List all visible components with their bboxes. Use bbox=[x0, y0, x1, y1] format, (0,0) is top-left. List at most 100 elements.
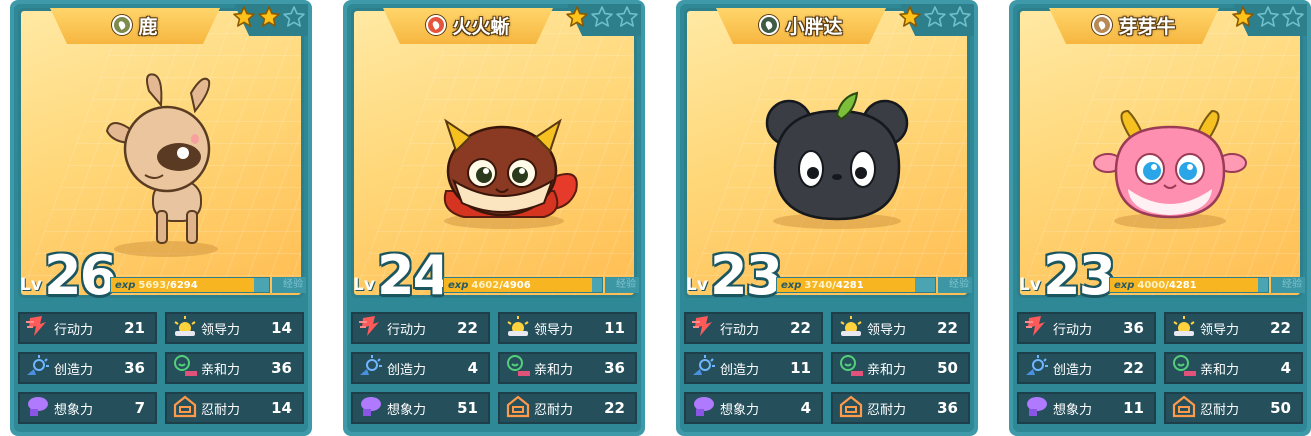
exp-progress-bar: exp 5693/6294 bbox=[110, 277, 270, 293]
stat-label: 亲和力 bbox=[201, 362, 241, 378]
stat-action: 行动力 22 bbox=[351, 312, 490, 344]
stat-label: 领导力 bbox=[534, 322, 574, 338]
stat-label: 亲和力 bbox=[534, 362, 574, 378]
stats-grid: 行动力 22 领导力 22 创造力 11 亲和力 50 想象力 4 忍耐力 36 bbox=[684, 312, 970, 424]
stat-label: 行动力 bbox=[54, 322, 94, 338]
stat-imagination: 想象力 11 bbox=[1017, 392, 1156, 424]
star-rating bbox=[1227, 6, 1305, 32]
star-filled-icon bbox=[898, 5, 922, 33]
stat-endurance: 忍耐力 14 bbox=[165, 392, 304, 424]
exp-label: exp bbox=[448, 280, 469, 291]
star-empty-icon bbox=[1281, 5, 1305, 33]
pet-name-text: 小胖达 bbox=[785, 15, 843, 38]
level-number: 23 bbox=[710, 244, 783, 307]
stat-label: 行动力 bbox=[387, 322, 427, 338]
stat-value: 22 bbox=[1123, 359, 1144, 377]
exp-label: exp bbox=[115, 280, 136, 291]
pet-card[interactable]: 火火蜥 Lv 24 exp 4602/4906 经验 行动力 22 领导力 11… bbox=[343, 0, 645, 436]
stats-grid: 行动力 21 领导力 14 创造力 36 亲和力 36 想象力 7 忍耐力 14 bbox=[18, 312, 304, 424]
stat-value: 22 bbox=[790, 319, 811, 337]
stat-leadership: 领导力 14 bbox=[165, 312, 304, 344]
star-rating bbox=[561, 6, 639, 32]
star-filled-icon bbox=[257, 5, 281, 33]
stats-grid: 行动力 22 领导力 11 创造力 4 亲和力 36 想象力 51 忍耐力 22 bbox=[351, 312, 637, 424]
stat-affinity: 亲和力 36 bbox=[498, 352, 637, 384]
affinity-icon bbox=[171, 353, 199, 383]
level-label: Lv bbox=[1019, 275, 1041, 295]
grass-element-icon bbox=[112, 15, 133, 35]
stat-label: 想象力 bbox=[387, 402, 427, 418]
exp-total: /4281 bbox=[1165, 280, 1197, 291]
stat-label: 领导力 bbox=[1200, 322, 1240, 338]
level-number: 26 bbox=[44, 244, 117, 307]
stat-value: 50 bbox=[1270, 399, 1291, 417]
pet-name-text: 火火蜥 bbox=[452, 15, 510, 38]
level-label: Lv bbox=[686, 275, 708, 295]
action-icon bbox=[1023, 313, 1051, 343]
exp-current: 5693 bbox=[138, 280, 167, 291]
stat-label: 忍耐力 bbox=[534, 402, 574, 418]
stat-value: 36 bbox=[937, 399, 958, 417]
stat-action: 行动力 36 bbox=[1017, 312, 1156, 344]
exp-progress-bar: exp 3740/4281 bbox=[776, 277, 936, 293]
level-label: Lv bbox=[20, 275, 42, 295]
endurance-icon bbox=[171, 393, 199, 423]
stat-value: 11 bbox=[604, 319, 625, 337]
stat-value: 4 bbox=[467, 359, 478, 377]
pet-card[interactable]: 芽芽牛 Lv 23 exp 4000/4281 经验 行动力 36 领导力 22… bbox=[1009, 0, 1311, 436]
star-rating bbox=[228, 6, 306, 32]
stat-creativity: 创造力 11 bbox=[684, 352, 823, 384]
endurance-icon bbox=[1170, 393, 1198, 423]
stat-value: 11 bbox=[1123, 399, 1144, 417]
star-filled-icon bbox=[232, 5, 256, 33]
star-rating bbox=[894, 6, 972, 32]
stat-creativity: 创造力 36 bbox=[18, 352, 157, 384]
exp-current: 3740 bbox=[804, 280, 833, 291]
exp-total: /6294 bbox=[166, 280, 198, 291]
fire-element-icon bbox=[426, 15, 447, 35]
stat-label: 忍耐力 bbox=[867, 402, 907, 418]
exp-button[interactable]: 经验 bbox=[1271, 277, 1305, 293]
stats-grid: 行动力 36 领导力 22 创造力 22 亲和力 4 想象力 11 忍耐力 50 bbox=[1017, 312, 1303, 424]
action-icon bbox=[690, 313, 718, 343]
exp-label: exp bbox=[1114, 280, 1135, 291]
affinity-icon bbox=[837, 353, 865, 383]
stat-value: 4 bbox=[1280, 359, 1291, 377]
stat-endurance: 忍耐力 36 bbox=[831, 392, 970, 424]
stat-affinity: 亲和力 36 bbox=[165, 352, 304, 384]
stat-action: 行动力 21 bbox=[18, 312, 157, 344]
imagination-icon bbox=[690, 393, 718, 423]
level-bar: Lv 23 exp 3740/4281 经验 bbox=[680, 249, 974, 303]
action-icon bbox=[357, 313, 385, 343]
stat-value: 36 bbox=[604, 359, 625, 377]
star-empty-icon bbox=[590, 5, 614, 33]
stat-creativity: 创造力 4 bbox=[351, 352, 490, 384]
affinity-icon bbox=[504, 353, 532, 383]
affinity-icon bbox=[1170, 353, 1198, 383]
exp-button[interactable]: 经验 bbox=[605, 277, 639, 293]
stat-leadership: 领导力 22 bbox=[1164, 312, 1303, 344]
stat-label: 创造力 bbox=[720, 362, 760, 378]
leadership-icon bbox=[837, 313, 865, 343]
star-empty-icon bbox=[615, 5, 639, 33]
stat-label: 忍耐力 bbox=[1200, 402, 1240, 418]
stat-affinity: 亲和力 4 bbox=[1164, 352, 1303, 384]
pet-card[interactable]: 鹿 Lv 26 exp 5693/6294 经验 行动力 21 领导力 14 创… bbox=[10, 0, 312, 436]
pet-card[interactable]: 小胖达 Lv 23 exp 3740/4281 经验 行动力 22 领导力 22… bbox=[676, 0, 978, 436]
leadership-icon bbox=[504, 313, 532, 343]
earth-element-icon bbox=[1092, 15, 1113, 35]
stat-value: 14 bbox=[271, 319, 292, 337]
exp-button[interactable]: 经验 bbox=[272, 277, 306, 293]
stat-label: 忍耐力 bbox=[201, 402, 241, 418]
stat-endurance: 忍耐力 50 bbox=[1164, 392, 1303, 424]
exp-progress-bar: exp 4000/4281 bbox=[1109, 277, 1269, 293]
stat-label: 亲和力 bbox=[867, 362, 907, 378]
stat-imagination: 想象力 51 bbox=[351, 392, 490, 424]
imagination-icon bbox=[1023, 393, 1051, 423]
level-number: 24 bbox=[377, 244, 450, 307]
creativity-icon bbox=[24, 353, 52, 383]
exp-button[interactable]: 经验 bbox=[938, 277, 972, 293]
leadership-icon bbox=[171, 313, 199, 343]
leadership-icon bbox=[1170, 313, 1198, 343]
stat-label: 想象力 bbox=[1053, 402, 1093, 418]
